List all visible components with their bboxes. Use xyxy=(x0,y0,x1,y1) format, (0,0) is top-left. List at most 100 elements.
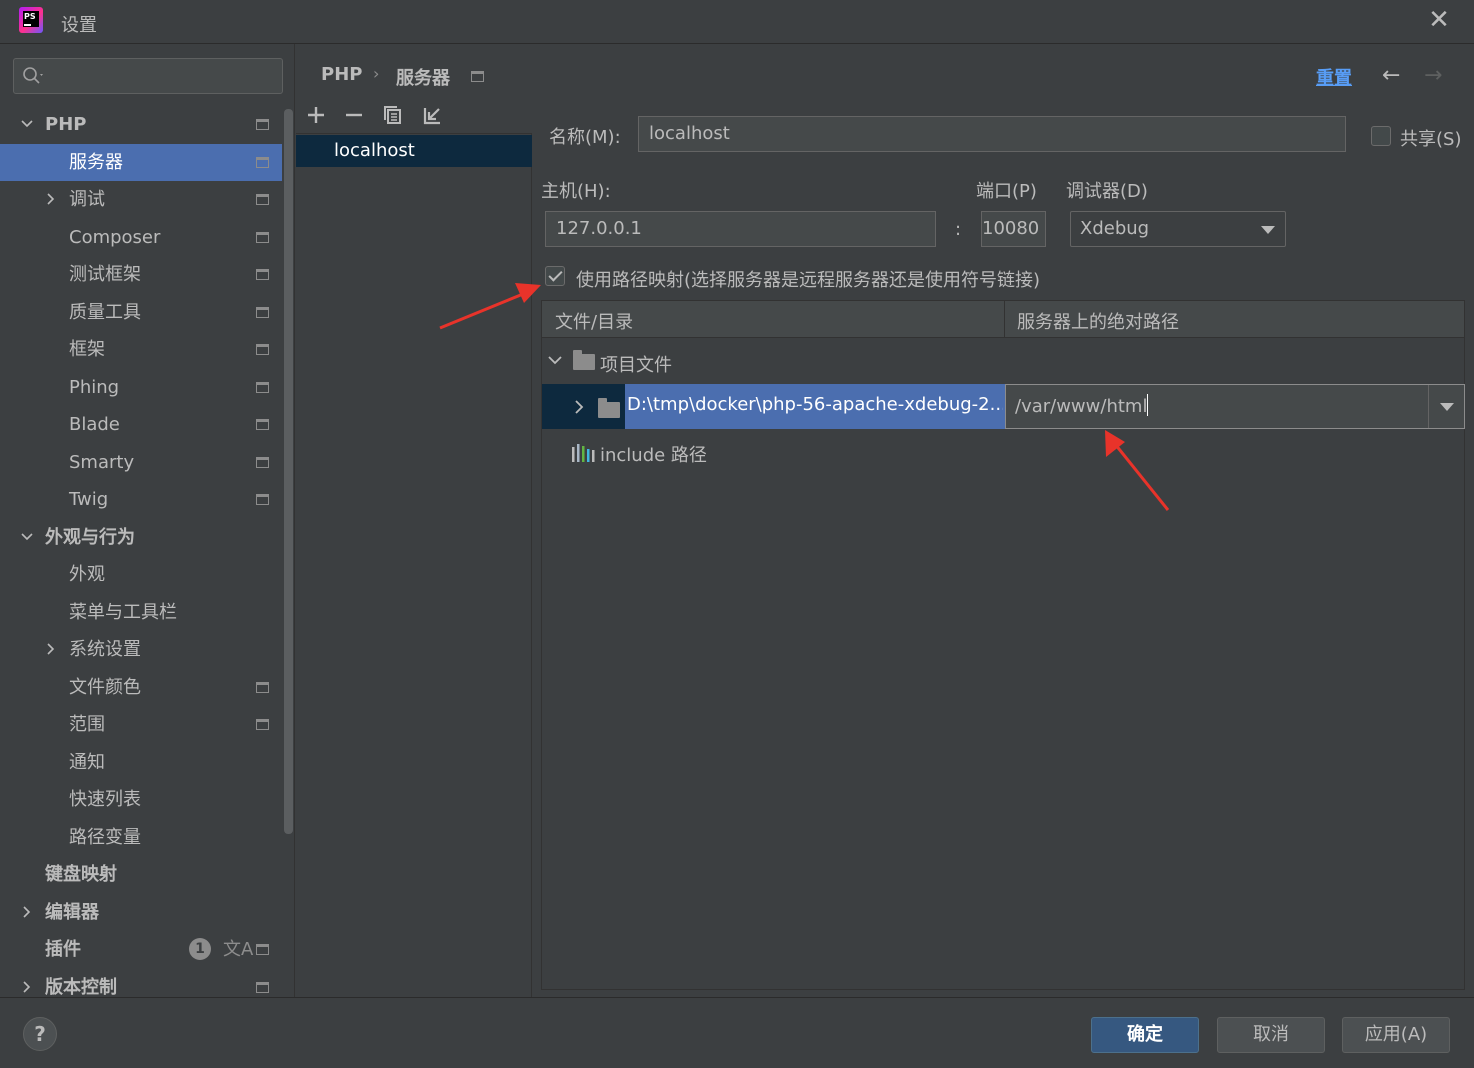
import-icon[interactable] xyxy=(421,104,443,126)
sidebar-item[interactable]: Composer xyxy=(0,219,282,256)
sidebar-item-label: 框架 xyxy=(69,339,105,360)
project-level-icon xyxy=(256,344,269,355)
sidebar-item[interactable]: 调试 xyxy=(0,181,282,218)
sidebar-item[interactable]: Phing xyxy=(0,369,282,406)
breadcrumb-parent: PHP xyxy=(321,64,363,85)
project-level-icon xyxy=(256,494,269,505)
ok-button[interactable]: 确定 xyxy=(1091,1017,1199,1053)
use-path-mapping-label: 使用路径映射(选择服务器是远程服务器还是使用符号链接) xyxy=(576,270,1041,291)
project-level-icon xyxy=(256,381,269,393)
close-icon[interactable]: ✕ xyxy=(1426,7,1452,34)
title-bar: PS 设置 ✕ xyxy=(0,0,1474,44)
sidebar-item[interactable]: 质量工具 xyxy=(0,294,282,331)
name-input[interactable]: localhost xyxy=(638,116,1346,152)
sidebar-item[interactable]: 文件颜色 xyxy=(0,669,282,706)
server-path-dropdown-button[interactable] xyxy=(1428,385,1464,428)
sidebar-item[interactable]: 服务器 xyxy=(0,143,282,181)
include-path-icon xyxy=(572,444,595,462)
name-label: 名称(M): xyxy=(549,127,621,148)
server-list: localhost xyxy=(296,133,532,997)
sidebar-item-label: Composer xyxy=(69,226,161,248)
project-level-icon xyxy=(471,71,484,82)
project-level-icon xyxy=(256,419,269,430)
sidebar-item[interactable]: 版本控制 xyxy=(0,969,282,998)
sidebar-item-label: Blade xyxy=(69,414,120,435)
help-button[interactable]: ? xyxy=(23,1017,57,1051)
sidebar-scrollbar[interactable] xyxy=(284,109,293,834)
sidebar-item[interactable]: 菜单与工具栏 xyxy=(0,594,282,631)
sidebar-item-label: Smarty xyxy=(69,451,135,473)
chevron-right-icon[interactable] xyxy=(21,905,33,918)
local-path-text: D:\tmp\docker\php-56-apache-xdebug-2... xyxy=(627,394,1003,415)
sidebar-item-label: 快速列表 xyxy=(69,789,141,810)
settings-sidebar: PHP 服务器 调试 Composer 测试框架质量工具框架 Phing Blade Smar… xyxy=(0,44,295,997)
add-icon[interactable] xyxy=(305,104,327,126)
debugger-select[interactable]: Xdebug xyxy=(1070,211,1286,247)
include-path-group[interactable]: include 路径 xyxy=(600,441,707,467)
use-path-mapping-checkbox[interactable] xyxy=(545,266,565,286)
table-header: 文件/目录 服务器上的绝对路径 xyxy=(542,301,1464,338)
project-level-icon xyxy=(256,119,269,130)
sidebar-item-label: 文件颜色 xyxy=(69,676,141,698)
sidebar-item-label: 菜单与工具栏 xyxy=(69,601,177,623)
forward-arrow-icon[interactable]: → xyxy=(1424,63,1442,88)
port-value: 10080 xyxy=(982,218,1040,239)
sidebar-item[interactable]: 路径变量 xyxy=(0,819,282,856)
project-files-group[interactable]: 项目文件 xyxy=(600,351,672,377)
chevron-right-icon[interactable] xyxy=(45,193,57,205)
table-row[interactable]: D:\tmp\docker\php-56-apache-xdebug-2... xyxy=(542,384,1005,429)
sidebar-item[interactable]: Smarty xyxy=(0,444,282,481)
chevron-right-icon[interactable] xyxy=(45,643,57,655)
chevron-right-icon[interactable] xyxy=(21,980,33,993)
sidebar-item[interactable]: 范围 xyxy=(0,706,282,743)
search-input[interactable] xyxy=(13,58,283,94)
chevron-down-icon[interactable] xyxy=(21,531,33,543)
cancel-button[interactable]: 取消 xyxy=(1217,1017,1325,1053)
sidebar-item[interactable]: 外观 xyxy=(0,556,282,593)
sidebar-item[interactable]: 系统设置 xyxy=(0,631,282,668)
column-divider[interactable] xyxy=(1004,301,1005,338)
project-level-icon xyxy=(256,681,269,693)
port-input[interactable]: 10080 xyxy=(981,211,1046,247)
server-path-input[interactable]: /var/www/html xyxy=(1005,384,1465,429)
sidebar-item[interactable]: 键盘映射 xyxy=(0,856,282,893)
copy-icon[interactable] xyxy=(382,104,404,126)
sidebar-item-label: 质量工具 xyxy=(69,301,141,323)
remove-icon[interactable] xyxy=(343,104,365,126)
host-input[interactable]: 127.0.0.1 xyxy=(545,211,936,247)
column-header-server-path[interactable]: 服务器上的绝对路径 xyxy=(1017,308,1179,334)
share-checkbox[interactable] xyxy=(1371,126,1391,146)
server-list-item[interactable]: localhost xyxy=(296,135,532,167)
sidebar-item-label: PHP xyxy=(45,114,87,135)
window-title: 设置 xyxy=(61,15,97,36)
apply-button[interactable]: 应用(A) xyxy=(1342,1017,1450,1053)
share-label: 共享(S) xyxy=(1400,129,1462,150)
sidebar-item[interactable]: 外观与行为 xyxy=(0,519,282,556)
sidebar-item[interactable]: 框架 xyxy=(0,331,282,368)
sidebar-item-label: 外观 xyxy=(69,564,105,585)
chevron-down-icon[interactable] xyxy=(21,118,33,130)
sidebar-item-label: 版本控制 xyxy=(45,976,117,998)
chevron-down-icon[interactable] xyxy=(548,355,562,365)
sidebar-item[interactable]: 通知 xyxy=(0,744,282,781)
chevron-right-icon[interactable] xyxy=(574,400,584,414)
project-level-icon xyxy=(256,456,269,468)
reset-link[interactable]: 重置 xyxy=(1316,64,1352,90)
sidebar-item[interactable]: Blade xyxy=(0,406,282,443)
sidebar-item-label: 路径变量 xyxy=(69,826,141,848)
server-path-value: /var/www/html xyxy=(1015,396,1148,417)
sidebar-item-label: 键盘映射 xyxy=(45,864,117,885)
sidebar-item[interactable]: 编辑器 xyxy=(0,894,282,931)
sidebar-item[interactable]: 插件 1 文A xyxy=(0,931,282,968)
sidebar-item[interactable]: 快速列表 xyxy=(0,781,282,818)
back-arrow-icon[interactable]: ← xyxy=(1382,63,1400,88)
column-header-file[interactable]: 文件/目录 xyxy=(555,308,633,334)
sidebar-item[interactable]: 测试框架 xyxy=(0,256,282,293)
sidebar-item[interactable]: Twig xyxy=(0,481,282,518)
port-label: 端口(P) xyxy=(976,181,1037,202)
sidebar-item[interactable]: PHP xyxy=(0,106,282,143)
host-label: 主机(H): xyxy=(541,181,611,202)
project-level-icon xyxy=(256,981,269,993)
folder-icon xyxy=(573,350,595,370)
sidebar-item-label: 通知 xyxy=(69,751,105,773)
